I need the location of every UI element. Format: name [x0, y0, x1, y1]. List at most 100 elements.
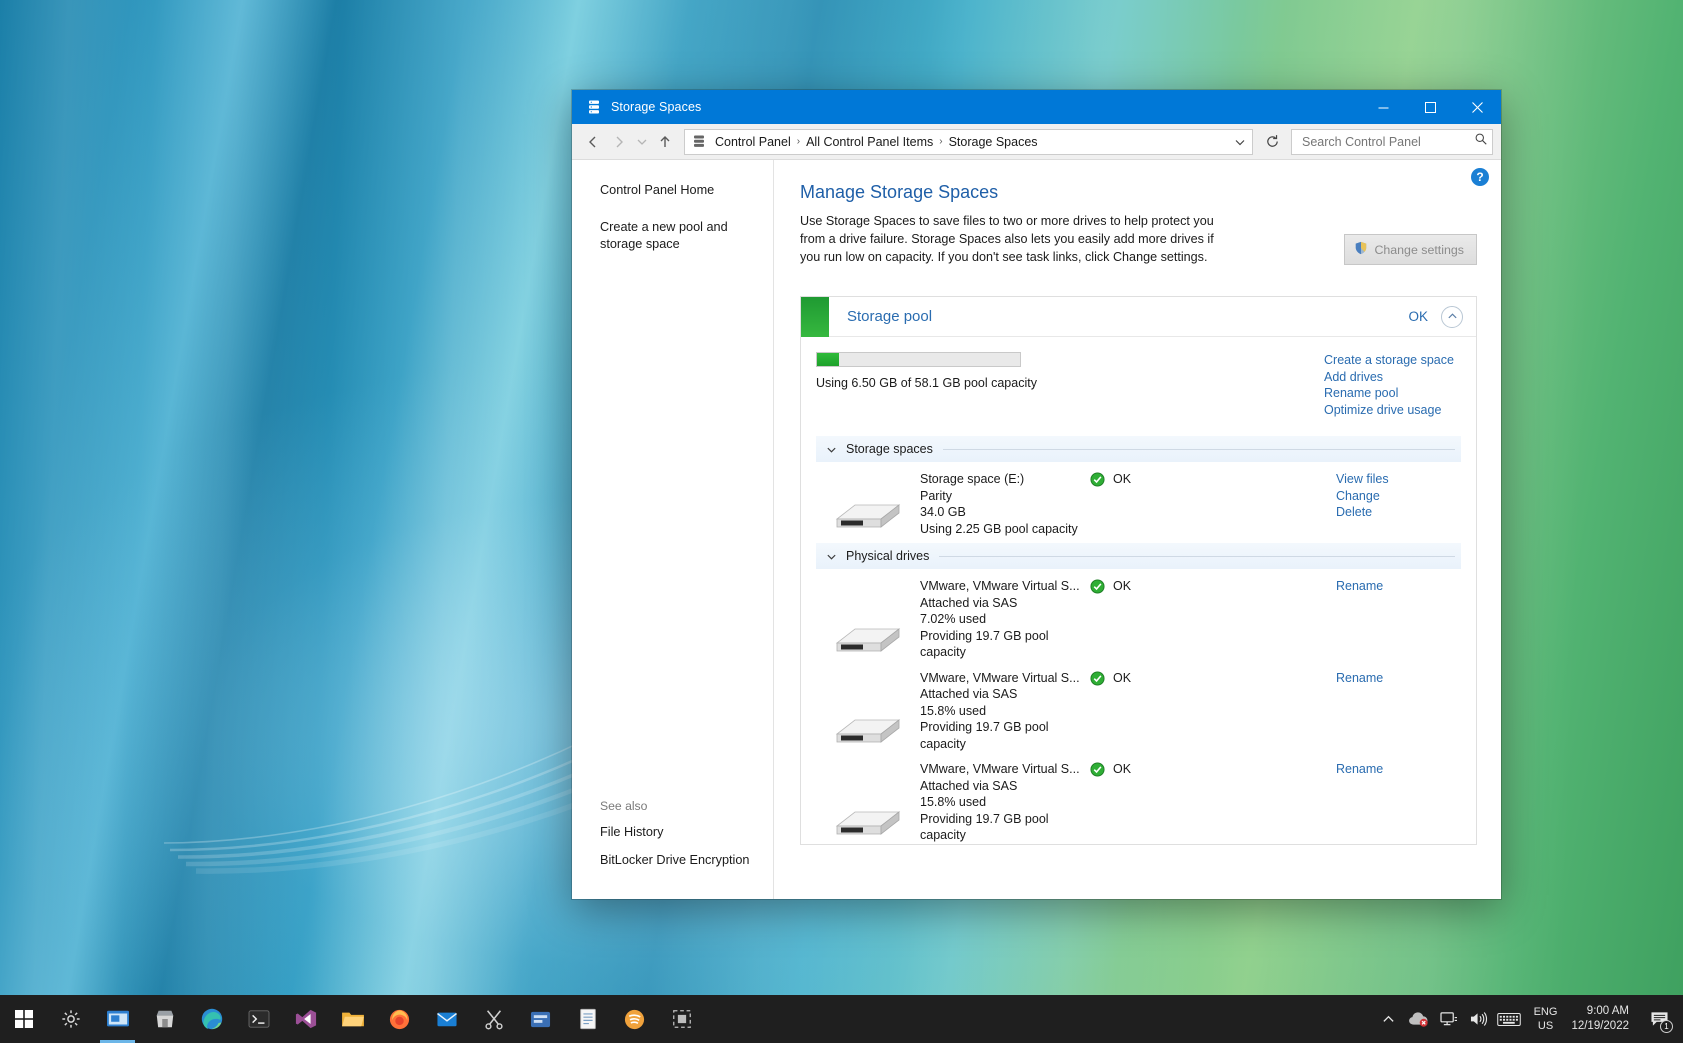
intro-row: Use Storage Spaces to save files to two … [800, 212, 1477, 266]
terminal-icon[interactable] [235, 995, 282, 1043]
start-button[interactable] [0, 995, 47, 1043]
storage-pool-name: Storage pool [847, 308, 933, 325]
link-create-a-storage-space[interactable]: Create a storage space [1324, 352, 1458, 369]
list-item[interactable]: VMware, VMware Virtual S... Attached via… [816, 569, 1476, 661]
firefox-icon[interactable] [376, 995, 423, 1043]
shield-icon [1354, 241, 1368, 258]
edge-icon[interactable] [188, 995, 235, 1043]
change-settings-button[interactable]: Change settings [1344, 234, 1477, 265]
list-item[interactable]: VMware, VMware Virtual S... Attached via… [816, 661, 1476, 753]
link-rename[interactable]: Rename [1336, 578, 1458, 595]
window-body: Control Panel Home Create a new pool and… [572, 160, 1501, 899]
notifications-button[interactable]: 1 [1641, 995, 1677, 1043]
clock[interactable]: 9:00 AM 12/19/2022 [1567, 995, 1641, 1043]
see-also-header: See also [600, 799, 648, 813]
link-rename-pool[interactable]: Rename pool [1324, 385, 1458, 402]
breadcrumb-item-1[interactable]: All Control Panel Items [802, 135, 937, 149]
back-button[interactable] [580, 129, 606, 155]
item-line-attachment: Attached via SAS [920, 778, 1018, 793]
main-content-pane: ? Manage Storage Spaces Use Storage Spac… [774, 160, 1501, 899]
search-box[interactable] [1291, 128, 1493, 155]
item-line-providing: Providing 19.7 GB pool capacity [920, 811, 1049, 843]
clock-date: 12/19/2022 [1571, 1020, 1629, 1032]
search-icon[interactable] [1474, 132, 1488, 151]
mail-icon[interactable] [423, 995, 470, 1043]
item-line-used: 15.8% used [920, 703, 987, 718]
maximize-button[interactable] [1407, 90, 1454, 124]
intro-text: Use Storage Spaces to save files to two … [800, 214, 1214, 264]
search-input[interactable] [1300, 133, 1474, 150]
page-title: Manage Storage Spaces [800, 182, 999, 202]
breadcrumb-separator: › [796, 136, 801, 147]
link-view-files[interactable]: View files [1336, 471, 1458, 488]
touch-keyboard-icon[interactable] [1494, 995, 1524, 1043]
language-indicator[interactable]: ENG US [1524, 995, 1568, 1043]
item-details: Storage space (E:) Parity 34.0 GB Using … [920, 471, 1090, 537]
ok-check-icon [1090, 670, 1105, 691]
list-item[interactable]: Storage space (E:) Parity 34.0 GB Using … [816, 462, 1476, 537]
onedrive-error-icon[interactable] [1404, 995, 1434, 1043]
volume-icon[interactable] [1464, 995, 1494, 1043]
pool-color-swatch [801, 296, 829, 337]
link-rename[interactable]: Rename [1336, 761, 1458, 778]
storage-pool-card: Storage pool OK Using 6.50 GB of 58.1 GB… [800, 296, 1477, 845]
file-explorer-icon[interactable] [329, 995, 376, 1043]
ok-check-icon [1090, 762, 1105, 782]
up-button[interactable] [652, 129, 678, 155]
refresh-button[interactable] [1259, 129, 1285, 155]
link-change[interactable]: Change [1336, 488, 1458, 505]
item-details: VMware, VMware Virtual S... Attached via… [920, 670, 1090, 753]
spotify-icon[interactable] [611, 995, 658, 1043]
left-pane-spacer [600, 273, 773, 799]
store-icon[interactable] [141, 995, 188, 1043]
help-button[interactable]: ? [1471, 168, 1489, 186]
drive-icon [816, 471, 920, 537]
settings-icon[interactable] [47, 995, 94, 1043]
breadcrumb-item-0[interactable]: Control Panel [711, 135, 795, 149]
network-icon[interactable] [1434, 995, 1464, 1043]
link-rename[interactable]: Rename [1336, 670, 1458, 687]
link-optimize-drive-usage[interactable]: Optimize drive usage [1324, 402, 1458, 419]
link-bitlocker-drive-encryption[interactable]: BitLocker Drive Encryption [600, 853, 773, 867]
screenshot-icon[interactable] [658, 995, 705, 1043]
link-control-panel-home[interactable]: Control Panel Home [600, 182, 760, 199]
section-header-storage-spaces[interactable]: Storage spaces [816, 436, 1461, 462]
breadcrumb-item-2[interactable]: Storage Spaces [945, 135, 1042, 149]
status-badge: OK [1090, 761, 1230, 844]
storage-spaces-list: Storage space (E:) Parity 34.0 GB Using … [801, 462, 1476, 537]
notepad-icon[interactable] [564, 995, 611, 1043]
pool-task-links: Create a storage space Add drives Rename… [1324, 352, 1476, 418]
scissors-icon[interactable] [470, 995, 517, 1043]
window-title-bar[interactable]: Storage Spaces [572, 90, 1501, 124]
show-hidden-icons-button[interactable] [1374, 995, 1404, 1043]
item-details: VMware, VMware Virtual S... Attached via… [920, 578, 1090, 661]
item-line-attachment: Attached via SAS [920, 687, 1018, 701]
app-icon[interactable] [517, 995, 564, 1043]
taskbar: ENG US 9:00 AM 12/19/2022 1 [0, 995, 1683, 1043]
status-text: OK [1113, 579, 1132, 593]
item-line-attachment: Attached via SAS [920, 595, 1018, 610]
chevron-down-icon[interactable] [822, 444, 840, 455]
section-header-physical-drives[interactable]: Physical drives [816, 543, 1461, 569]
chevron-up-icon[interactable] [1441, 305, 1463, 328]
link-create-new-pool[interactable]: Create a new pool and storage space [600, 219, 760, 253]
visual-studio-icon[interactable] [282, 995, 329, 1043]
link-delete[interactable]: Delete [1336, 504, 1458, 521]
forward-button[interactable] [606, 129, 632, 155]
chevron-down-icon[interactable] [822, 551, 840, 562]
recent-locations-button[interactable] [632, 129, 652, 155]
link-add-drives[interactable]: Add drives [1324, 369, 1458, 386]
chevron-down-icon[interactable] [1228, 136, 1252, 148]
link-file-history[interactable]: File History [600, 825, 773, 839]
clock-time: 9:00 AM [1586, 1005, 1629, 1017]
item-line-name: VMware, VMware Virtual S... [920, 579, 1080, 593]
breadcrumb[interactable]: Control Panel › All Control Panel Items … [684, 128, 1253, 155]
item-details: VMware, VMware Virtual S... Attached via… [920, 761, 1090, 844]
snip-tool-icon[interactable] [94, 995, 141, 1043]
status-text: OK [1113, 762, 1132, 776]
drive-icon [816, 578, 920, 661]
close-button[interactable] [1454, 90, 1501, 124]
minimize-button[interactable] [1360, 90, 1407, 124]
list-item[interactable]: VMware, VMware Virtual S... Attached via… [816, 752, 1476, 844]
physical-drives-list: VMware, VMware Virtual S... Attached via… [801, 569, 1476, 844]
